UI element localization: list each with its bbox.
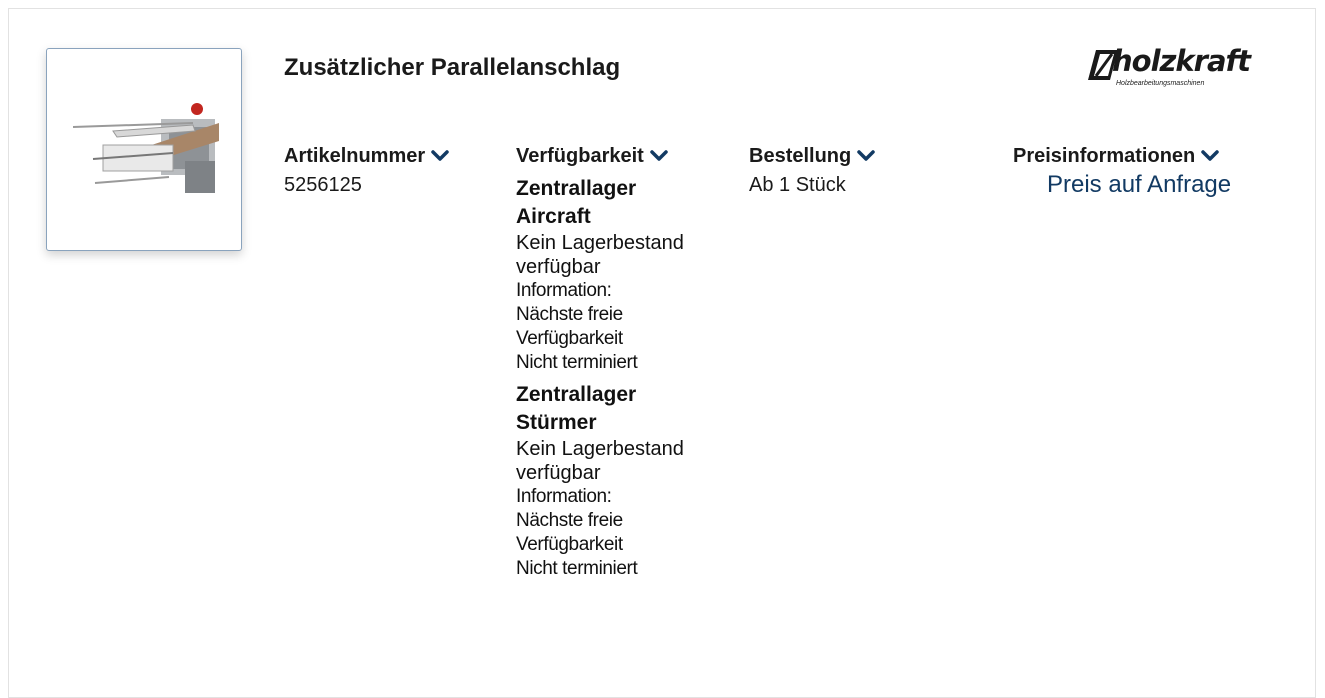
page-title: Zusätzlicher Parallelanschlag: [284, 54, 621, 81]
chevron-down-icon: [431, 150, 449, 161]
availability-column: Verfügbarkeit Zentrallager Aircraft Kein…: [516, 143, 736, 581]
availability-info: Nächste freie: [516, 510, 623, 531]
logo-tagline: Holzbearbeitungsmaschinen: [1116, 80, 1205, 87]
warehouse-name: Aircraft: [516, 205, 591, 228]
availability-header-button[interactable]: Verfügbarkeit: [516, 143, 736, 169]
table-saw-icon: [73, 103, 219, 193]
price-column: Preisinformationen Preis auf Anfrage: [1013, 143, 1231, 199]
article-column: Artikelnummer 5256125: [284, 143, 449, 197]
order-column: Bestellung Ab 1 Stück: [749, 143, 875, 197]
brand-logo: holzkraft Holzbearbeitungsmaschinen: [1088, 44, 1298, 90]
availability-info: Verfügbarkeit: [516, 534, 623, 555]
warehouse-entry: Zentrallager Stürmer Kein Lagerbestand v…: [516, 381, 736, 581]
price-label: Preisinformationen: [1013, 144, 1196, 167]
availability-info: Nicht terminiert: [516, 352, 638, 373]
minimum-order: Ab 1 Stück: [749, 174, 846, 196]
warehouse-name: Stürmer: [516, 411, 597, 434]
order-label: Bestellung: [749, 144, 852, 167]
warehouse-name: Zentrallager: [516, 383, 637, 406]
stock-status: verfügbar: [516, 462, 601, 484]
availability-label: Verfügbarkeit: [516, 144, 644, 167]
article-number: 5256125: [284, 174, 362, 196]
availability-info: Verfügbarkeit: [516, 328, 623, 349]
availability-info: Nicht terminiert: [516, 558, 638, 579]
availability-info: Nächste freie: [516, 304, 623, 325]
chevron-down-icon: [857, 150, 875, 161]
price-header-button[interactable]: Preisinformationen: [1013, 143, 1231, 169]
order-header-button[interactable]: Bestellung: [749, 143, 875, 169]
product-image[interactable]: [46, 48, 242, 251]
warehouse-name: Zentrallager: [516, 177, 637, 200]
stock-status: verfügbar: [516, 256, 601, 278]
availability-info: Information:: [516, 486, 612, 507]
price-request-link[interactable]: Preis auf Anfrage: [1013, 171, 1231, 199]
chevron-down-icon: [1201, 150, 1220, 161]
stock-status: Kein Lagerbestand: [516, 232, 684, 254]
logo-wordmark: holzkraft: [1112, 44, 1251, 78]
article-header-button[interactable]: Artikelnummer: [284, 143, 449, 169]
chevron-down-icon: [650, 150, 668, 161]
article-label: Artikelnummer: [284, 144, 426, 167]
availability-info: Information:: [516, 280, 612, 301]
stock-status: Kein Lagerbestand: [516, 438, 684, 460]
warehouse-entry: Zentrallager Aircraft Kein Lagerbestand …: [516, 175, 736, 375]
